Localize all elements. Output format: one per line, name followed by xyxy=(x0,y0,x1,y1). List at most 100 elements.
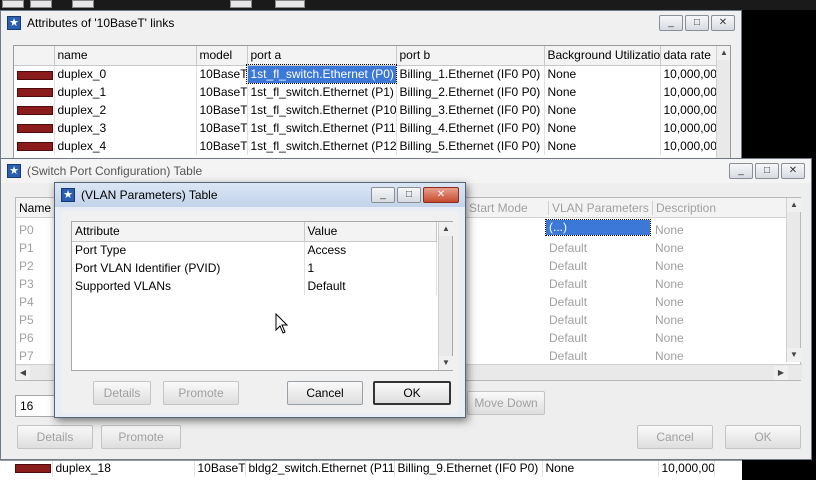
cell-background-utilization[interactable]: None xyxy=(544,65,661,83)
value-cell[interactable]: Access xyxy=(304,241,437,259)
cell-port-a[interactable]: 1st_fl_switch.Ethernet (P12) xyxy=(247,137,397,155)
scroll-right-icon[interactable]: ▶ xyxy=(774,366,788,380)
details-button[interactable]: Details xyxy=(17,425,93,449)
minimize-icon[interactable]: _ xyxy=(659,15,683,31)
scroll-up-icon[interactable]: ▲ xyxy=(717,46,730,60)
close-icon[interactable]: ✕ xyxy=(711,15,735,31)
toolbar-button[interactable] xyxy=(230,0,252,8)
cell-background-utilization[interactable]: None xyxy=(544,119,661,137)
cell-name[interactable]: duplex_4 xyxy=(54,137,197,155)
cell-model[interactable]: 10BaseT xyxy=(194,461,246,477)
table-row[interactable]: duplex_18 10BaseT bldg2_switch.Ethernet … xyxy=(12,461,715,477)
column-header-name[interactable]: name xyxy=(54,46,197,66)
column-header-value[interactable]: Value xyxy=(304,222,437,242)
port-name[interactable]: P4 xyxy=(19,295,34,309)
maximize-icon[interactable]: □ xyxy=(685,15,709,31)
table-row[interactable]: duplex_3 10BaseT 1st_fl_switch.Ethernet … xyxy=(14,119,717,137)
cell-background-utilization[interactable]: None xyxy=(544,137,661,155)
description-cell[interactable]: None xyxy=(655,331,684,345)
vlan-parameters-cell[interactable]: Default xyxy=(549,295,587,309)
port-name[interactable]: P3 xyxy=(19,277,34,291)
close-icon[interactable]: ✕ xyxy=(781,163,805,179)
cell-data-rate[interactable]: 10,000,00 xyxy=(658,461,715,477)
move-down-button[interactable]: Move Down xyxy=(467,391,545,415)
cell-data-rate[interactable]: 10,000,00 xyxy=(660,101,717,119)
vlan-parameters-cell[interactable]: Default xyxy=(549,277,587,291)
description-cell[interactable]: None xyxy=(655,259,684,273)
maximize-icon[interactable]: □ xyxy=(397,187,421,203)
cell-background-utilization[interactable]: None xyxy=(544,83,661,101)
vlan-vertical-scrollbar[interactable]: ▲ ▼ xyxy=(438,222,453,370)
cell-port-a[interactable]: 1st_fl_switch.Ethernet (P11) xyxy=(247,119,397,137)
value-cell[interactable]: Default xyxy=(304,277,437,295)
minimize-icon[interactable]: _ xyxy=(371,187,395,203)
cell-port-b[interactable]: Billing_5.Ethernet (IF0 P0) xyxy=(396,137,545,155)
ok-button[interactable]: OK xyxy=(725,425,801,449)
cell-data-rate[interactable]: 10,000,00 xyxy=(660,65,717,83)
value-cell[interactable]: 1 xyxy=(304,259,437,277)
cell-data-rate[interactable]: 10,000,00 xyxy=(660,137,717,155)
column-header-description[interactable]: Description xyxy=(652,201,716,215)
cell-background-utilization[interactable]: None xyxy=(544,101,661,119)
table-row[interactable]: Port VLAN Identifier (PVID) 1 xyxy=(72,259,437,277)
vlan-parameters-cell[interactable]: Default xyxy=(549,241,587,255)
maximize-icon[interactable]: □ xyxy=(755,163,779,179)
cell-port-b[interactable]: Billing_3.Ethernet (IF0 P0) xyxy=(396,101,545,119)
column-header-data-rate[interactable]: data rate xyxy=(660,46,717,66)
cell-background-utilization[interactable]: None xyxy=(542,461,659,477)
port-name[interactable]: P5 xyxy=(19,313,34,327)
cell-port-b[interactable]: Billing_1.Ethernet (IF0 P0) xyxy=(396,65,545,83)
cell-name[interactable]: duplex_0 xyxy=(54,65,197,83)
switch-window-titlebar[interactable]: ★ (Switch Port Configuration) Table _ □ … xyxy=(1,159,811,183)
cell-port-a[interactable]: 1st_fl_switch.Ethernet (P0) xyxy=(246,64,397,84)
cell-data-rate[interactable]: 10,000,00 xyxy=(660,119,717,137)
vlan-parameters-cell-selected[interactable]: (...) xyxy=(545,219,651,236)
port-name[interactable]: P2 xyxy=(19,259,34,273)
column-header-start-mode[interactable]: Start Mode xyxy=(469,201,528,215)
table-row[interactable]: duplex_4 10BaseT 1st_fl_switch.Ethernet … xyxy=(14,137,717,155)
cancel-button[interactable]: Cancel xyxy=(637,425,713,449)
cell-name[interactable]: duplex_3 xyxy=(54,119,197,137)
scroll-left-icon[interactable]: ◀ xyxy=(16,366,30,380)
vlan-parameters-cell[interactable]: Default xyxy=(549,331,587,345)
promote-button[interactable]: Promote xyxy=(163,381,239,405)
attribute-cell[interactable]: Port Type xyxy=(72,241,305,259)
cancel-button[interactable]: Cancel xyxy=(287,381,363,405)
scroll-down-icon[interactable]: ▼ xyxy=(787,348,801,362)
vlan-parameters-cell[interactable]: Default xyxy=(549,349,587,363)
attribute-cell[interactable]: Supported VLANs xyxy=(72,277,305,295)
details-button[interactable]: Details xyxy=(93,381,151,405)
promote-button[interactable]: Promote xyxy=(101,425,181,449)
vlan-dialog-titlebar[interactable]: ★ (VLAN Parameters) Table _ □ ✕ xyxy=(55,183,465,207)
description-cell[interactable]: None xyxy=(655,277,684,291)
column-header-port-a[interactable]: port a xyxy=(247,46,397,66)
cell-port-b[interactable]: Billing_4.Ethernet (IF0 P0) xyxy=(396,119,545,137)
description-cell[interactable]: None xyxy=(655,349,684,363)
cell-model[interactable]: 10BaseT xyxy=(196,83,248,101)
toolbar-button[interactable] xyxy=(30,0,52,8)
cell-port-a[interactable]: 1st_fl_switch.Ethernet (P1) xyxy=(247,83,397,101)
cell-name[interactable]: duplex_2 xyxy=(54,101,197,119)
cell-model[interactable]: 10BaseT xyxy=(196,119,248,137)
vlan-parameters-cell[interactable]: Default xyxy=(549,313,587,327)
ok-button[interactable]: OK xyxy=(373,381,451,405)
scroll-up-icon[interactable]: ▲ xyxy=(439,222,453,236)
column-header-port-b[interactable]: port b xyxy=(396,46,545,66)
table-row[interactable]: duplex_0 10BaseT 1st_fl_switch.Ethernet … xyxy=(14,64,717,84)
table-row[interactable]: Port Type Access xyxy=(72,241,437,259)
cell-port-b[interactable]: Billing_9.Ethernet (IF0 P0) xyxy=(394,461,543,477)
port-name[interactable]: P0 xyxy=(19,223,34,237)
switch-vertical-scrollbar[interactable]: ▲ ▼ xyxy=(786,198,801,362)
minimize-icon[interactable]: _ xyxy=(729,163,753,179)
cell-port-b[interactable]: Billing_2.Ethernet (IF0 P0) xyxy=(396,83,545,101)
column-header-model[interactable]: model xyxy=(196,46,248,66)
port-name[interactable]: P7 xyxy=(19,349,34,363)
vlan-parameters-cell[interactable]: Default xyxy=(549,259,587,273)
cell-model[interactable]: 10BaseT xyxy=(196,137,248,155)
attribute-cell[interactable]: Port VLAN Identifier (PVID) xyxy=(72,259,305,277)
description-cell[interactable]: None xyxy=(655,313,684,327)
column-header-background-utilization[interactable]: Background Utilization xyxy=(544,46,661,66)
description-cell[interactable]: None xyxy=(655,241,684,255)
port-name[interactable]: P1 xyxy=(19,241,34,255)
column-header-vlan-parameters[interactable]: VLAN Parameters xyxy=(548,201,652,215)
